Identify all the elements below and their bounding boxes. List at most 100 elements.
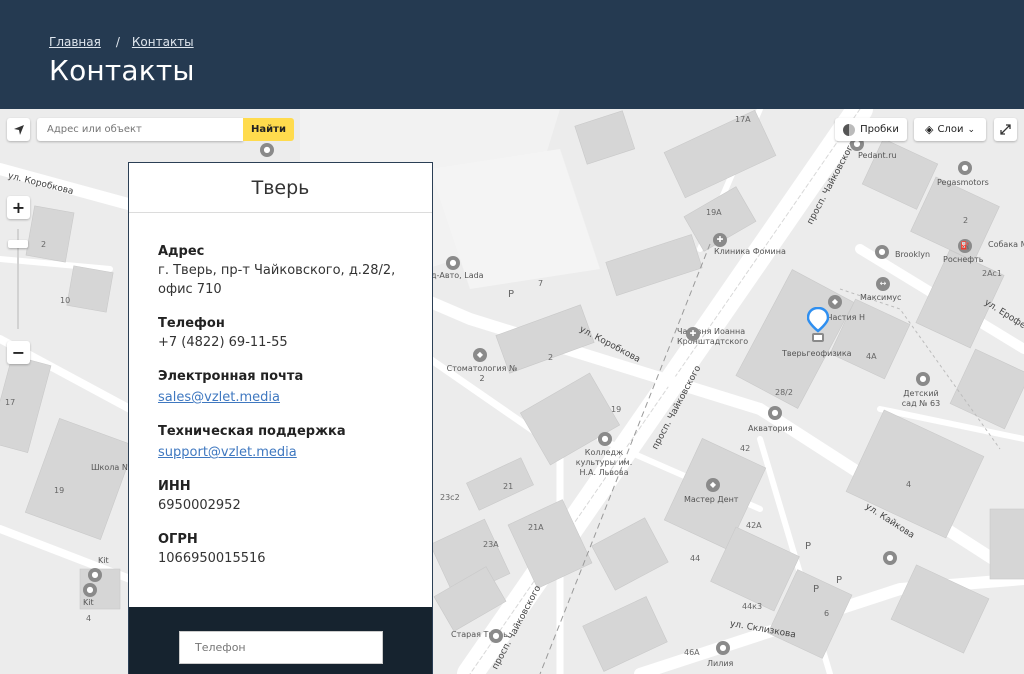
expand-icon <box>1000 124 1011 135</box>
poi-icon[interactable]: ● <box>446 256 460 270</box>
layers-icon: ◈ <box>924 123 934 136</box>
phone-label: Телефон <box>158 316 225 331</box>
address-value: г. Тверь, пр-т Чайковского, д.28/2, офис… <box>158 263 396 297</box>
zoom-out-button[interactable]: − <box>7 341 30 364</box>
house-number: 23A <box>483 540 499 549</box>
navigation-arrow-icon <box>13 124 24 135</box>
contact-card: Тверь Адрес г. Тверь, пр-т Чайковского, … <box>128 162 433 674</box>
geolocation-button[interactable] <box>7 118 30 141</box>
house-number: 42 <box>740 444 751 453</box>
poi-icon[interactable]: ● <box>83 583 97 597</box>
layers-button[interactable]: ◈ Слои ⌄ <box>914 118 986 141</box>
poi-icon[interactable]: ● <box>489 629 503 643</box>
card-body: Адрес г. Тверь, пр-т Чайковского, д.28/2… <box>129 213 432 568</box>
place-sobaka: Собака М <box>988 240 1024 249</box>
poi-icon[interactable]: ↔ <box>876 277 890 291</box>
ogrn-value: 1066950015516 <box>158 551 266 566</box>
breadcrumb-home-link[interactable]: Главная <box>49 35 101 49</box>
place-detskiy-sad: Детский сад № 63 <box>901 389 941 408</box>
place-chastiya: Частия Н <box>827 313 866 322</box>
ogrn-field: ОГРН 1066950015516 <box>158 531 404 568</box>
inn-value: 6950002952 <box>158 498 241 513</box>
traffic-light-icon <box>843 123 856 136</box>
poi-icon[interactable]: ● <box>883 551 897 565</box>
poi-icon[interactable]: ● <box>598 432 612 446</box>
house-number: 7 <box>538 279 544 288</box>
parking-marker: P <box>836 575 843 586</box>
house-number: 28/2 <box>775 388 793 397</box>
place-kolledzh: Колледж культуры им. Н.А. Львова <box>575 448 633 477</box>
traffic-button[interactable]: Пробки <box>835 118 907 141</box>
house-number: 4A <box>866 352 877 361</box>
house-number: 10 <box>60 296 71 305</box>
house-number: 4 <box>86 614 92 623</box>
poi-icon[interactable]: ● <box>716 641 730 655</box>
callback-form-area <box>129 607 432 674</box>
place-klinika-fomina: Клиника Фомина <box>714 247 786 256</box>
poi-icon[interactable]: ● <box>916 372 930 386</box>
poi-icon[interactable]: ● <box>768 406 782 420</box>
place-stomatologiya: Стоматология № 2 <box>446 364 518 383</box>
map-search-input[interactable] <box>37 118 243 141</box>
support-field: Техническая поддержка support@vzlet.medi… <box>158 423 404 462</box>
parking-marker: P <box>508 289 515 300</box>
place-kit-1: Kit <box>98 556 109 565</box>
email-link[interactable]: sales@vzlet.media <box>158 390 280 405</box>
place-pegasmotors: Pegasmotors <box>937 178 989 187</box>
place-akvatoriya: Акватория <box>748 424 793 433</box>
map-search-button[interactable]: Найти <box>243 118 294 141</box>
breadcrumb-current-link[interactable]: Контакты <box>132 35 194 49</box>
house-number: 4 <box>906 480 912 489</box>
place-avto-lada: д-Авто, Lada <box>431 271 484 280</box>
place-kit-2: Kit <box>83 598 94 607</box>
house-number: 2 <box>548 353 554 362</box>
inn-label: ИНН <box>158 479 191 494</box>
poi-icon[interactable]: ● <box>875 245 889 259</box>
house-number: 46A <box>684 648 700 657</box>
place-liliya: Лилия <box>707 659 734 668</box>
page-header: Главная / Контакты Контакты <box>0 0 1024 109</box>
zoom-in-button[interactable]: + <box>7 196 30 219</box>
fullscreen-button[interactable] <box>994 118 1017 141</box>
poi-icon[interactable]: ◆ <box>828 295 842 309</box>
ogrn-label: ОГРН <box>158 532 198 547</box>
place-pedant: Pedant.ru <box>858 151 897 160</box>
address-field: Адрес г. Тверь, пр-т Чайковского, д.28/2… <box>158 243 404 299</box>
poi-icon[interactable]: ◆ <box>706 478 720 492</box>
house-number: 17 <box>5 398 16 407</box>
address-label: Адрес <box>158 244 205 259</box>
house-number: 44к3 <box>742 602 763 611</box>
house-number: 23c2 <box>440 493 460 502</box>
house-number: 21A <box>528 523 544 532</box>
zoom-slider-thumb[interactable] <box>8 240 28 248</box>
house-number: 21 <box>503 482 514 491</box>
phone-value: +7 (4822) 69-11-55 <box>158 335 288 350</box>
house-number: 42A <box>746 521 762 530</box>
chevron-down-icon: ⌄ <box>967 124 975 135</box>
place-tvergeofizika: Тверьгеофизика <box>782 349 852 358</box>
house-number: 2 <box>41 240 47 249</box>
page-title: Контакты <box>49 54 195 87</box>
support-label: Техническая поддержка <box>158 424 346 439</box>
house-number: 19A <box>706 208 722 217</box>
poi-icon[interactable]: ● <box>958 161 972 175</box>
layers-label: Слои <box>937 124 964 135</box>
place-shkola: Школа N <box>91 463 128 472</box>
house-number: 19 <box>611 405 622 414</box>
poi-icon[interactable]: ✚ <box>713 233 727 247</box>
traffic-label: Пробки <box>860 124 899 135</box>
house-number: 44 <box>690 554 701 563</box>
callback-phone-input[interactable] <box>179 631 383 664</box>
poi-icon[interactable]: ⛽ <box>958 239 972 253</box>
parking-marker: P <box>805 541 812 552</box>
poi-icon[interactable]: ● <box>260 143 274 157</box>
location-pin-icon[interactable] <box>806 306 830 347</box>
card-city-title: Тверь <box>129 163 432 213</box>
support-email-link[interactable]: support@vzlet.media <box>158 445 297 460</box>
place-maksimus: Максимус <box>860 293 902 302</box>
poi-icon[interactable]: ● <box>88 568 102 582</box>
poi-icon[interactable]: ✚ <box>686 327 700 341</box>
place-rosneft: Роснефть <box>943 255 984 264</box>
poi-icon[interactable]: ◆ <box>473 348 487 362</box>
breadcrumb-separator: / <box>115 35 120 49</box>
